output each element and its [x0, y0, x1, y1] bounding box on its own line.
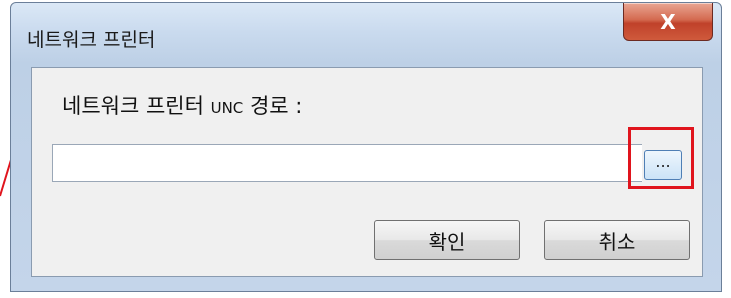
unc-path-input[interactable]	[52, 144, 642, 182]
network-printer-dialog: 네트워크 프린터 X 네트워크 프린터 UNC 경로 : ... 확인 취소	[10, 2, 722, 292]
unc-path-label: 네트워크 프린터 UNC 경로 :	[62, 90, 302, 120]
unc-path-label-prefix: 네트워크 프린터	[62, 94, 211, 118]
close-icon: X	[660, 9, 676, 34]
cancel-button[interactable]: 취소	[544, 220, 690, 260]
window-title: 네트워크 프린터	[27, 29, 156, 51]
browse-button[interactable]: ...	[644, 150, 682, 180]
unc-path-label-suffix: 경로 :	[243, 94, 303, 118]
unc-path-label-unc: UNC	[210, 99, 244, 117]
dialog-body: 네트워크 프린터 UNC 경로 : ... 확인 취소	[31, 67, 703, 277]
close-button[interactable]: X	[623, 3, 713, 41]
ok-button[interactable]: 확인	[374, 220, 520, 260]
